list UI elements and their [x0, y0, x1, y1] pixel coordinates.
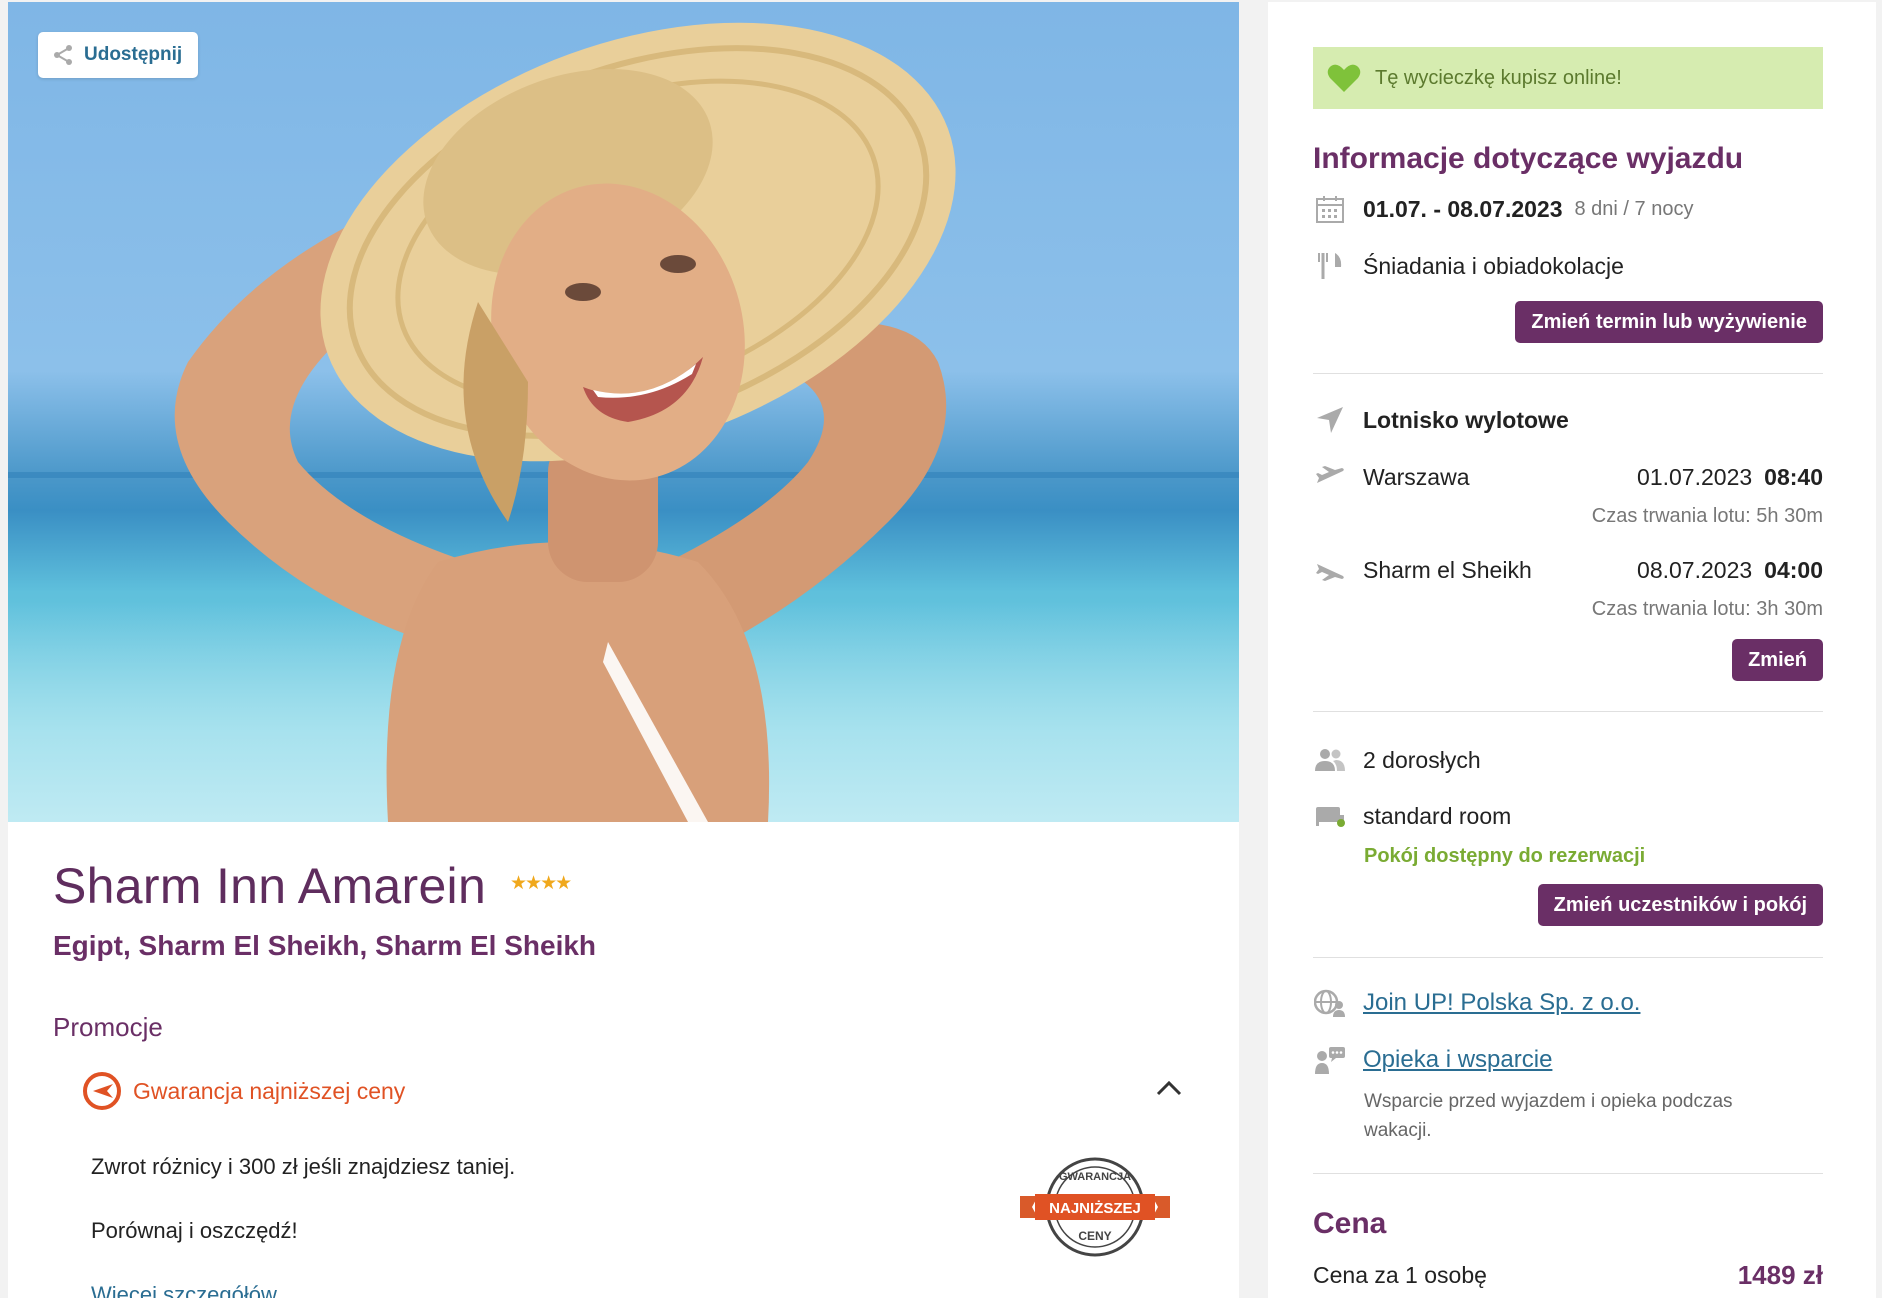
change-flight-button[interactable]: Zmień [1732, 639, 1823, 681]
room-availability: Pokój dostępny do rezerwacji [1364, 845, 1646, 867]
return-duration: Czas trwania lotu: 3h 30m [1591, 598, 1823, 620]
price-per-person-label: Cena za 1 osobę [1313, 1262, 1487, 1288]
outbound-time: 08:40 [1764, 464, 1823, 490]
badge-top-text: GWARANCJA [1059, 1171, 1131, 1183]
more-details-link[interactable]: Więcej szczegółów [91, 1282, 277, 1298]
outbound-duration: Czas trwania lotu: 5h 30m [1591, 505, 1823, 527]
trip-dates-row: 01.07. - 08.07.2023 8 dni / 7 nocy [1313, 192, 1693, 226]
change-participants-room-button[interactable]: Zmień uczestników i pokój [1537, 884, 1823, 926]
participants-row: 2 dorosłych [1313, 743, 1481, 777]
return-datetime: 08.07.2023 04:00 [1637, 557, 1823, 584]
plane-landing-icon [1316, 564, 1344, 581]
trip-info-heading: Informacje dotyczące wyjazdu [1313, 142, 1744, 175]
return-time: 04:00 [1764, 557, 1823, 583]
return-date: 08.07.2023 [1637, 557, 1753, 583]
plane-takeoff-icon [1316, 466, 1344, 483]
divider [1313, 373, 1823, 374]
trip-duration: 8 dni / 7 nocy [1574, 197, 1694, 220]
return-city: Sharm el Sheikh [1363, 556, 1532, 583]
promotion-label: Gwarancja najniższej ceny [133, 1077, 406, 1104]
price-guarantee-icon [83, 1072, 121, 1110]
room-row: standard room [1313, 799, 1511, 833]
departure-airport-heading: Lotnisko wylotowe [1363, 406, 1569, 433]
care-support-description: Wsparcie przed wyjazdem i opieka podczas… [1364, 1091, 1733, 1141]
promotions-heading: Promocje [53, 1012, 163, 1042]
departure-airport-row: Lotnisko wylotowe [1313, 403, 1569, 437]
outbound-datetime: 01.07.2023 08:40 [1637, 464, 1823, 491]
heart-icon [1327, 64, 1361, 92]
buy-online-text: Tę wycieczkę kupisz online! [1375, 66, 1622, 89]
hotel-main-panel: Udostępnij Sharm Inn Amarein ★★★★ Egipt,… [8, 2, 1239, 1298]
divider [1313, 957, 1823, 958]
room-type: standard room [1363, 802, 1512, 829]
price-heading: Cena [1313, 1207, 1387, 1240]
share-button[interactable]: Udostępnij [38, 32, 199, 78]
buy-online-banner: Tę wycieczkę kupisz online! [1313, 47, 1823, 109]
price-per-person-value: 1489 zł [1737, 1260, 1823, 1290]
cutlery-icon [1318, 253, 1342, 279]
outbound-flight-row: Warszawa [1313, 460, 1470, 494]
support-chat-icon [1315, 1047, 1345, 1074]
hotel-location: Egipt, Sharm El Sheikh, Sharm El Sheikh [53, 930, 597, 961]
change-date-board-button[interactable]: Zmień termin lub wyżywienie [1515, 301, 1823, 343]
booking-sidebar: Tę wycieczkę kupisz online! Informacje d… [1268, 2, 1876, 1298]
operator-row: Join UP! Polska Sp. z o.o. [1313, 986, 1640, 1020]
board-type: Śniadania i obiadokolacje [1363, 252, 1624, 279]
return-flight-row: Sharm el Sheikh [1313, 553, 1532, 587]
board-row: Śniadania i obiadokolacje [1313, 249, 1624, 283]
calendar-icon [1316, 196, 1344, 223]
bed-icon [1316, 807, 1345, 827]
chevron-up-icon[interactable] [1156, 1080, 1182, 1096]
lowest-price-guarantee-badge: GWARANCJA NAJNIŻSZEJ CENY [1020, 1157, 1170, 1257]
badge-bottom-text: CENY [1078, 1229, 1111, 1243]
hotel-name: Sharm Inn Amarein [53, 858, 487, 914]
badge-middle-text: NAJNIŻSZEJ [1049, 1200, 1141, 1217]
location-arrow-icon [1317, 407, 1343, 433]
care-support-link[interactable]: Opieka i wsparcie [1363, 1046, 1552, 1074]
divider [1313, 1173, 1823, 1174]
hotel-hero-image[interactable]: Udostępnij [8, 2, 1239, 822]
promotion-tagline: Porównaj i oszczędź! [91, 1218, 298, 1243]
outbound-city: Warszawa [1363, 463, 1470, 490]
divider [1313, 711, 1823, 712]
globe-person-icon [1314, 989, 1345, 1017]
hotel-stars: ★★★★ [510, 873, 572, 894]
woman-in-sunhat-illustration [174, 22, 956, 822]
share-label: Udostępnij [84, 44, 183, 65]
participants-count: 2 dorosłych [1363, 746, 1481, 773]
page: Udostępnij Sharm Inn Amarein ★★★★ Egipt,… [0, 0, 1882, 1298]
care-row: Opieka i wsparcie [1313, 1043, 1552, 1077]
trip-dates: 01.07. - 08.07.2023 [1363, 195, 1563, 222]
outbound-date: 01.07.2023 [1637, 464, 1753, 490]
operator-link[interactable]: Join UP! Polska Sp. z o.o. [1363, 989, 1640, 1017]
promotion-description: Zwrot różnicy i 300 zł jeśli znajdziesz … [91, 1154, 516, 1179]
people-icon [1315, 749, 1345, 771]
share-icon [54, 45, 72, 65]
promotion-toggle[interactable]: Gwarancja najniższej ceny [83, 1072, 405, 1110]
